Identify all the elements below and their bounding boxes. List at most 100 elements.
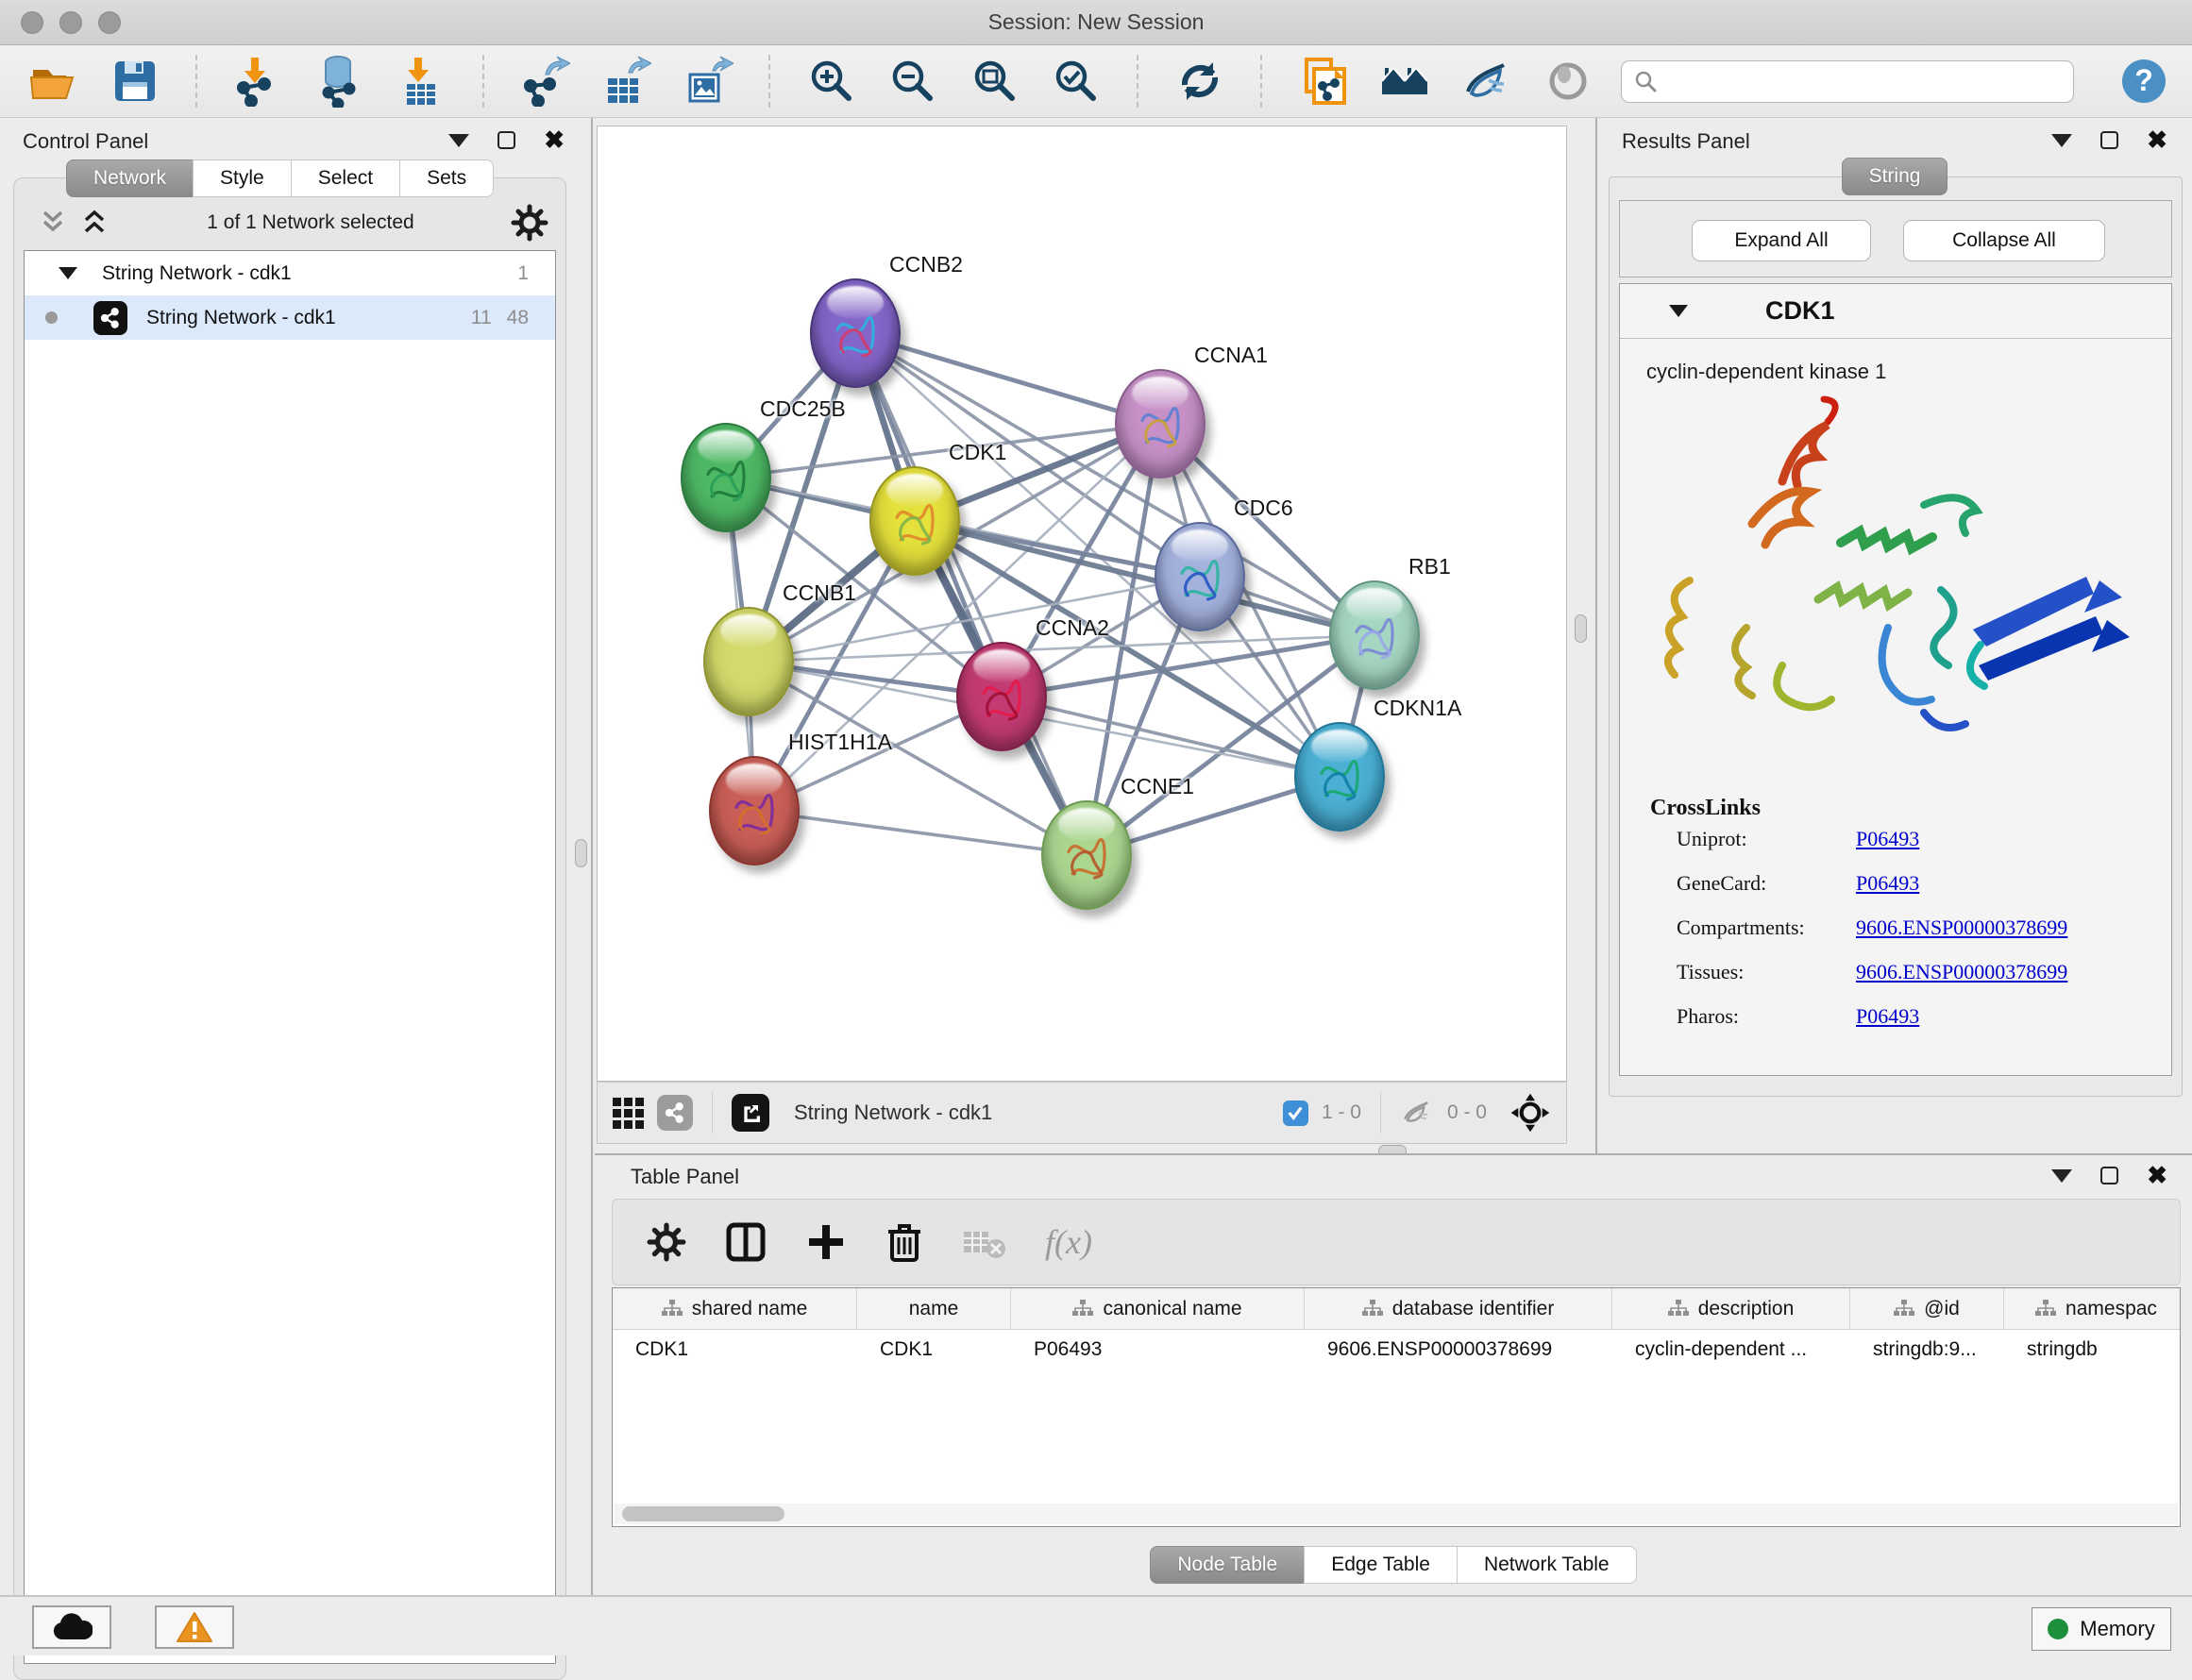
tab-sets[interactable]: Sets: [399, 160, 494, 197]
network-node-cdc25b[interactable]: [681, 423, 771, 532]
column-header--id[interactable]: @id: [1850, 1288, 2004, 1329]
tab-node-table[interactable]: Node Table: [1150, 1546, 1305, 1584]
column-header-name[interactable]: name: [857, 1288, 1011, 1329]
network-row[interactable]: String Network - cdk1 11 48: [25, 295, 555, 340]
collapse-all-networks-icon[interactable]: [37, 209, 69, 237]
zoom-selected-icon[interactable]: [1048, 52, 1105, 110]
table-panel-maximize-icon[interactable]: [2100, 1167, 2118, 1184]
add-column-icon[interactable]: [805, 1221, 847, 1263]
tab-edge-table[interactable]: Edge Table: [1304, 1546, 1458, 1584]
network-node-cdk1[interactable]: [869, 466, 960, 576]
network-node-cdkn1a[interactable]: [1294, 722, 1385, 832]
column-header-database-identifier[interactable]: database identifier: [1305, 1288, 1612, 1329]
table-row[interactable]: CDK1CDK1P064939606.ENSP00000378699cyclin…: [613, 1330, 2180, 1369]
gene-expander-icon[interactable]: [1669, 305, 1688, 317]
table-cell[interactable]: 9606.ENSP00000378699: [1305, 1330, 1612, 1369]
export-table-icon[interactable]: [598, 52, 655, 110]
column-header-namespac[interactable]: namespac: [2004, 1288, 2181, 1329]
column-header-description[interactable]: description: [1612, 1288, 1850, 1329]
table-cell[interactable]: cyclin-dependent ...: [1612, 1330, 1850, 1369]
birdseye-toggle-icon[interactable]: [1509, 1092, 1551, 1134]
network-node-ccna1[interactable]: [1115, 369, 1206, 479]
control-panel-close-icon[interactable]: ✖: [544, 131, 565, 149]
first-neighbors-icon[interactable]: [1294, 52, 1352, 110]
left-splitter-handle[interactable]: [575, 839, 587, 867]
table-panel-float-icon[interactable]: [2051, 1169, 2072, 1183]
close-window-button[interactable]: [21, 11, 43, 34]
search-input[interactable]: [1621, 60, 2074, 103]
tab-network[interactable]: Network: [66, 160, 194, 197]
import-network-database-icon[interactable]: [312, 52, 369, 110]
birdseye-view-icon[interactable]: [1375, 52, 1433, 110]
table-cell[interactable]: CDK1: [613, 1330, 857, 1369]
grid-view-icon[interactable]: [613, 1098, 644, 1129]
table-hscrollbar-thumb[interactable]: [622, 1506, 784, 1521]
table-cell[interactable]: stringdb:9...: [1850, 1330, 2004, 1369]
network-node-ccne1[interactable]: [1041, 800, 1132, 910]
zoom-out-icon[interactable]: [885, 52, 942, 110]
node-label-rb1: RB1: [1408, 554, 1451, 580]
network-node-rb1[interactable]: [1329, 580, 1420, 690]
crosslink-label: Tissues:: [1677, 960, 1856, 984]
zoom-fit-icon[interactable]: [966, 52, 1023, 110]
minimize-window-button[interactable]: [59, 11, 82, 34]
crosslink-link[interactable]: P06493: [1856, 871, 1919, 896]
export-network-icon[interactable]: [516, 52, 574, 110]
tab-network-table[interactable]: Network Table: [1457, 1546, 1637, 1584]
table-cell[interactable]: P06493: [1011, 1330, 1305, 1369]
network-collection-row[interactable]: String Network - cdk1 1: [25, 251, 555, 295]
network-node-ccnb1[interactable]: [703, 607, 794, 716]
delete-column-icon[interactable]: [885, 1220, 924, 1264]
open-session-icon[interactable]: [25, 52, 82, 110]
open-in-window-icon[interactable]: [732, 1094, 769, 1132]
help-icon[interactable]: ?: [2119, 57, 2167, 106]
table-cell[interactable]: stringdb: [2004, 1330, 2181, 1369]
network-node-cdc6[interactable]: [1155, 522, 1245, 631]
control-panel-float-icon[interactable]: [448, 134, 469, 147]
crosslink-label: Compartments:: [1677, 916, 1856, 940]
network-options-gear-icon[interactable]: [511, 204, 548, 242]
selected-checkbox-icon[interactable]: [1283, 1100, 1308, 1126]
cloud-status-button[interactable]: [32, 1605, 111, 1649]
network-node-hist1h1a[interactable]: [709, 756, 800, 865]
zoom-in-icon[interactable]: [802, 52, 860, 110]
hidden-eye-icon: [1400, 1099, 1434, 1127]
apply-layout-icon[interactable]: [1171, 52, 1228, 110]
export-image-icon[interactable]: [680, 52, 737, 110]
results-panel-float-icon[interactable]: [2051, 134, 2072, 147]
memory-button[interactable]: Memory: [2032, 1607, 2171, 1651]
import-table-file-icon[interactable]: [393, 52, 450, 110]
zoom-window-button[interactable]: [98, 11, 121, 34]
control-panel-maximize-icon[interactable]: [497, 131, 515, 149]
table-options-gear-icon[interactable]: [647, 1222, 686, 1262]
collapse-all-button[interactable]: Collapse All: [1903, 220, 2105, 261]
results-panel-maximize-icon[interactable]: [2100, 131, 2118, 149]
network-canvas[interactable]: CCNB2CCNA1CDC25BCDK1CDC6RB1CCNB1CCNA2CDK…: [597, 126, 1567, 1082]
column-header-canonical-name[interactable]: canonical name: [1011, 1288, 1305, 1329]
crosslink-link[interactable]: P06493: [1856, 1004, 1919, 1029]
table-cell[interactable]: CDK1: [857, 1330, 1011, 1369]
crosslink-link[interactable]: 9606.ENSP00000378699: [1856, 916, 2067, 940]
network-node-ccna2[interactable]: [956, 642, 1047, 751]
expand-all-networks-icon[interactable]: [78, 209, 110, 237]
network-share-icon[interactable]: [657, 1095, 693, 1131]
hide-selected-icon[interactable]: [1458, 52, 1515, 110]
column-header-shared-name[interactable]: shared name: [613, 1288, 857, 1329]
save-session-icon[interactable]: [107, 52, 164, 110]
crosslink-link[interactable]: 9606.ENSP00000378699: [1856, 960, 2067, 984]
tab-string[interactable]: String: [1842, 158, 1948, 195]
collection-expander-icon[interactable]: [59, 267, 77, 279]
network-node-ccnb2[interactable]: [810, 278, 901, 388]
gene-section-header[interactable]: CDK1: [1620, 284, 2171, 339]
warnings-button[interactable]: [155, 1605, 234, 1649]
import-network-file-icon[interactable]: [229, 52, 287, 110]
crosslink-link[interactable]: P06493: [1856, 827, 1919, 851]
tab-select[interactable]: Select: [291, 160, 400, 197]
table-panel-close-icon[interactable]: ✖: [2147, 1167, 2167, 1184]
right-splitter-handle[interactable]: [1575, 614, 1587, 643]
show-columns-icon[interactable]: [724, 1220, 767, 1264]
show-graphics-details-icon[interactable]: [1540, 52, 1597, 110]
tab-style[interactable]: Style: [193, 160, 292, 197]
results-panel-close-icon[interactable]: ✖: [2147, 131, 2167, 149]
expand-all-button[interactable]: Expand All: [1692, 220, 1871, 261]
